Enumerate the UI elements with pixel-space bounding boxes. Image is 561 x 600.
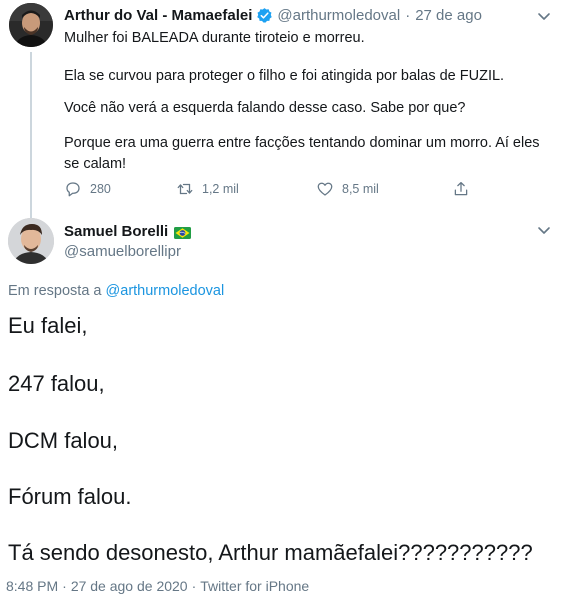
reply-text-line: Tá sendo desonesto, Arthur mamãefalei???… [8,540,533,565]
share-button[interactable] [452,180,478,198]
author-name[interactable]: Arthur do Val - Mamaefalei [64,7,252,24]
share-icon [454,181,468,196]
thread-line [30,52,32,222]
reply-author-name[interactable]: Samuel Borelli [64,223,192,240]
in-reply-prefix: Em resposta a [8,283,102,299]
avatar-arthur[interactable] [9,3,53,47]
reply-text-line: Eu falei, [8,313,88,338]
brazil-flag-icon [174,226,192,239]
tweet-actions: 280 1,2 mil 8,5 mil [64,180,484,202]
reply-icon [66,182,80,197]
chevron-down-icon[interactable] [536,8,552,24]
avatar-samuel[interactable] [8,218,54,264]
author-handle[interactable]: @arthurmoledoval [277,7,400,24]
parent-tweet-header: Arthur do Val - Mamaefalei @arthurmoledo… [64,5,482,25]
reply-text-line: 247 falou, [8,371,105,396]
reply-text-line: Fórum falou. [8,484,132,509]
tweet-paragraph: Porque era uma guerra entre facções tent… [64,135,540,172]
reply-count: 280 [90,182,111,196]
tweet-source[interactable]: Twitter for iPhone [200,578,309,594]
tweet-time[interactable]: 8:48 PM [6,578,58,594]
tweet-paragraph: Ela se curvou para proteger o filho e fo… [64,68,505,84]
separator-dot: · [62,578,67,594]
in-reply-to: Em resposta a @arthurmoledoval [8,283,224,299]
like-count: 8,5 mil [342,182,379,196]
tweet-meta: 8:48 PM · 27 de ago de 2020 · Twitter for iP… [6,578,309,594]
author-name[interactable]: Samuel Borelli [64,223,168,240]
tweet-paragraph: Você não verá a esquerda falando desse c… [64,100,466,116]
like-button[interactable]: 8,5 mil [316,180,379,198]
retweet-count: 1,2 mil [202,182,239,196]
verified-badge-icon [256,7,273,24]
reply-text-line: DCM falou, [8,428,119,453]
in-reply-handle-link[interactable]: @arthurmoledoval [106,283,225,299]
separator-dot: · [191,578,197,594]
reply-button[interactable]: 280 [64,180,111,198]
tweet-paragraph: Mulher foi BALEADA durante tiroteio e mo… [64,30,365,46]
retweet-button[interactable]: 1,2 mil [176,180,239,198]
reply-author-handle[interactable]: @samuelborellipr [64,243,181,260]
parent-tweet[interactable]: Arthur do Val - Mamaefalei @arthurmoledo… [0,0,561,222]
tweet-full-date[interactable]: 27 de ago de 2020 [71,578,188,594]
chevron-down-icon[interactable] [536,222,552,238]
tweet-date[interactable]: 27 de ago [415,7,482,24]
heart-icon [317,182,333,196]
retweet-icon [177,183,193,195]
separator-dot: · [405,6,411,24]
